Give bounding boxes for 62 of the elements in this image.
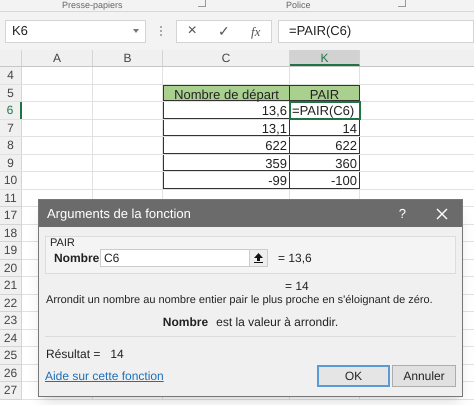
row-header[interactable]: 26 bbox=[0, 364, 22, 382]
row-header[interactable]: 24 bbox=[0, 330, 22, 347]
dialog-launcher-icon[interactable] bbox=[398, 0, 406, 7]
row-header[interactable]: 7 bbox=[0, 120, 22, 136]
close-icon[interactable] bbox=[436, 208, 448, 220]
row-header[interactable]: 6 bbox=[0, 102, 22, 118]
dropdown-icon[interactable] bbox=[133, 29, 139, 33]
row-header[interactable]: 25 bbox=[0, 347, 22, 364]
argument-field[interactable]: C6 bbox=[100, 249, 268, 267]
table-cell[interactable]: =PAIR(C6) bbox=[290, 102, 360, 118]
argument-label: Nombre bbox=[54, 250, 100, 267]
ribbon-group-label: Presse-papiers bbox=[62, 0, 123, 10]
help-button[interactable]: ? bbox=[398, 204, 406, 224]
row-header[interactable]: 22 bbox=[0, 294, 22, 312]
row-header[interactable]: 21 bbox=[0, 277, 22, 294]
row-header[interactable]: 23 bbox=[0, 312, 22, 330]
cancel-button[interactable]: Annuler bbox=[392, 365, 456, 387]
row-header[interactable]: 9 bbox=[0, 154, 22, 171]
table-cell[interactable]: 13,1 bbox=[163, 120, 290, 136]
row-header[interactable]: 17 bbox=[0, 207, 22, 224]
table-cell[interactable]: 14 bbox=[290, 120, 360, 136]
result-value: 14 bbox=[110, 347, 124, 361]
table-cell[interactable]: Nombre de départ bbox=[163, 84, 290, 101]
formula-result: = 14 bbox=[284, 279, 310, 293]
table-cell[interactable]: 359 bbox=[163, 154, 290, 171]
help-link[interactable]: Aide sur cette fonction bbox=[45, 367, 315, 385]
ok-button[interactable]: OK bbox=[317, 365, 390, 387]
table-cell[interactable]: -99 bbox=[163, 172, 290, 188]
row-header[interactable]: 11 bbox=[0, 190, 22, 207]
row-header[interactable]: 10 bbox=[0, 172, 22, 188]
row-header[interactable]: 20 bbox=[0, 260, 22, 277]
upload-arrow-icon bbox=[254, 253, 263, 263]
ribbon-group-label: Police bbox=[286, 0, 311, 10]
table-cell[interactable]: 13,6 bbox=[163, 102, 290, 118]
table-cell[interactable]: 622 bbox=[163, 137, 290, 154]
function-description: Arrondit un nombre au nombre entier pair le plus proche en s'éloignant de zéro. bbox=[45, 293, 434, 307]
argument-help: est la valeur à arrondir. bbox=[216, 315, 338, 329]
column-header[interactable]: A bbox=[22, 50, 93, 66]
row-header[interactable]: 27 bbox=[0, 382, 22, 400]
column-header[interactable]: K bbox=[290, 50, 360, 66]
table-cell[interactable]: -100 bbox=[290, 172, 360, 188]
argument-result: = 13,6 bbox=[278, 250, 312, 267]
row-header[interactable]: 4 bbox=[0, 67, 22, 84]
name-box[interactable]: K6 bbox=[5, 20, 146, 42]
argument-help-label: Nombre bbox=[162, 315, 208, 329]
function-name: PAIR bbox=[50, 236, 75, 251]
cancel-button[interactable]: × bbox=[188, 23, 197, 39]
collapse-button[interactable] bbox=[249, 250, 267, 266]
row-header[interactable]: 18 bbox=[0, 224, 22, 242]
table-cell[interactable]: 360 bbox=[290, 154, 360, 171]
dialog-launcher-icon[interactable] bbox=[198, 0, 206, 7]
row-header[interactable]: 5 bbox=[0, 84, 22, 101]
dialog-title: Arguments de la fonction bbox=[47, 204, 192, 223]
formula-field[interactable]: =PAIR(C6) bbox=[278, 20, 474, 42]
table-cell[interactable]: PAIR bbox=[290, 84, 360, 101]
row-header[interactable]: 19 bbox=[0, 242, 22, 260]
enter-button[interactable]: ✓ bbox=[218, 24, 230, 38]
table-cell[interactable]: 622 bbox=[290, 137, 360, 154]
row-header[interactable]: 8 bbox=[0, 137, 22, 154]
insert-function-button[interactable]: fx bbox=[251, 24, 260, 38]
result-label: Résultat = bbox=[46, 347, 100, 361]
column-header[interactable]: B bbox=[93, 50, 163, 66]
